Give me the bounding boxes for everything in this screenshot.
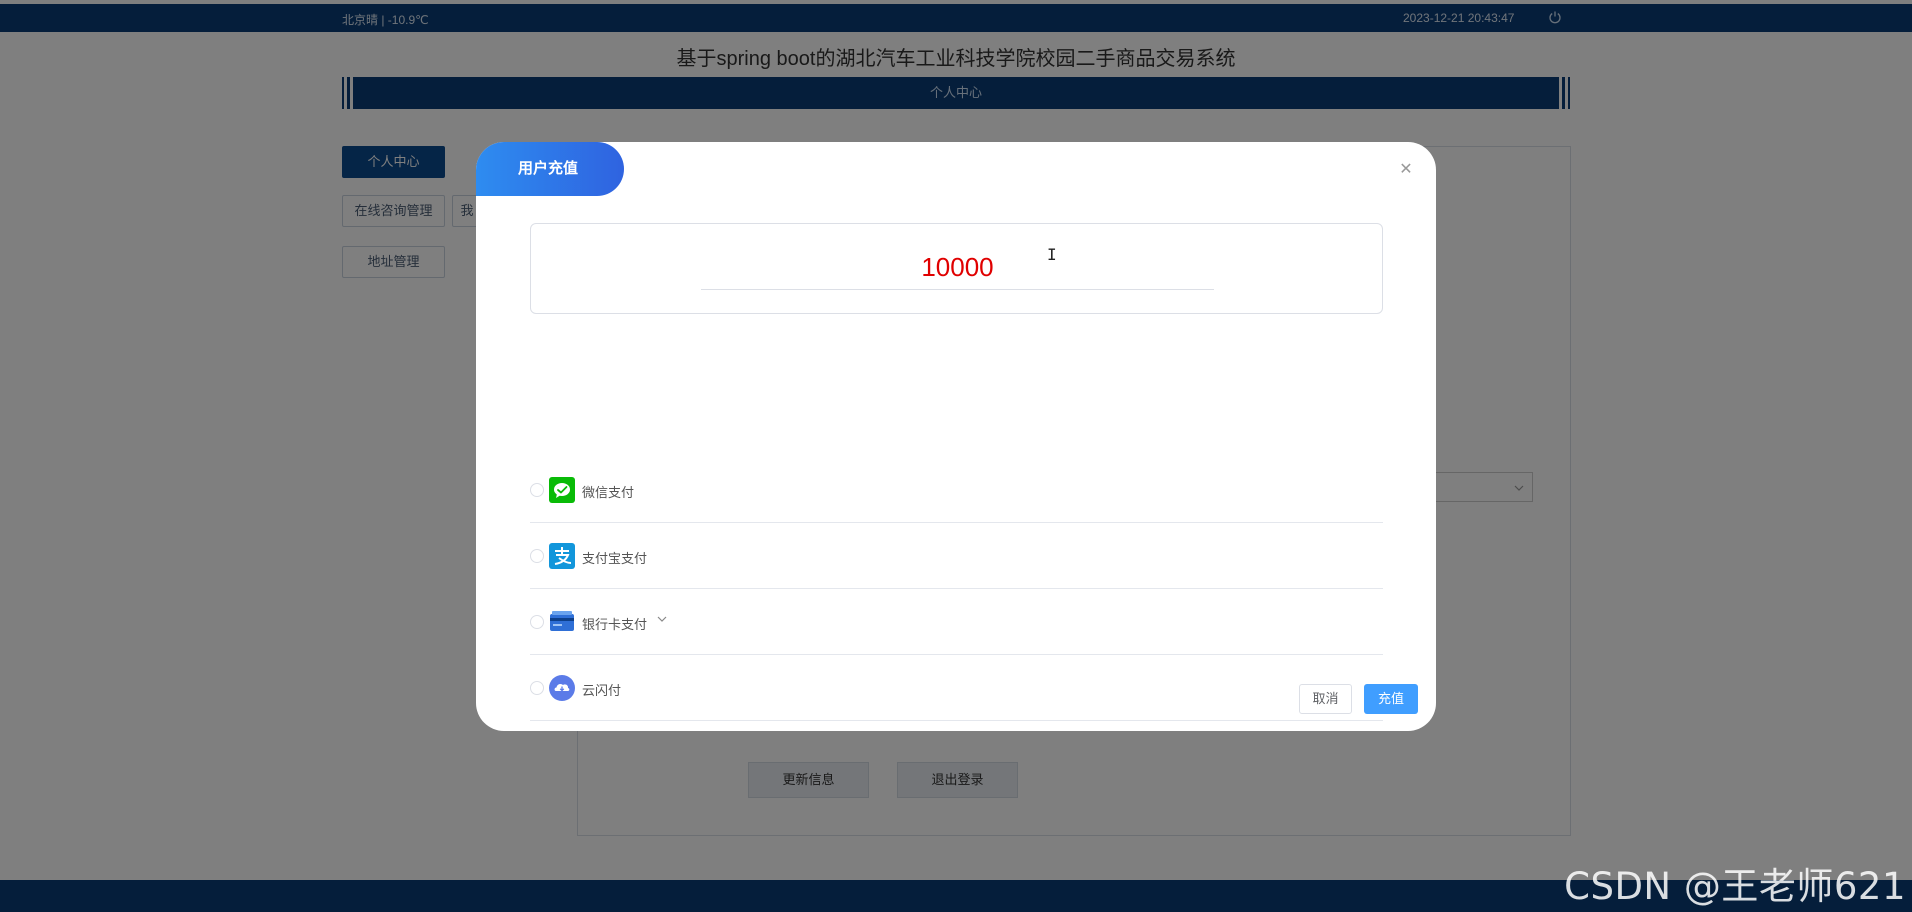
cancel-button[interactable]: 取消 <box>1299 684 1352 714</box>
payment-option-alipay[interactable]: 支付宝支付 <box>530 523 1383 589</box>
payment-label-cloud-pay: 云闪付 <box>582 683 622 698</box>
unionpay-cloud-icon <box>549 675 575 701</box>
dialog-title: 用户充值 <box>476 142 624 196</box>
payment-label-alipay: 支付宝支付 <box>582 551 648 566</box>
wechat-pay-icon <box>549 477 575 503</box>
amount-input[interactable] <box>701 246 1214 290</box>
radio-alipay[interactable] <box>530 549 544 563</box>
radio-bank-card[interactable] <box>530 615 544 629</box>
text-cursor-icon: I <box>1047 245 1057 264</box>
recharge-button[interactable]: 充值 <box>1364 684 1418 714</box>
watermark-text: CSDN @王老师621 <box>1564 865 1906 908</box>
payment-label-wechat: 微信支付 <box>582 485 635 500</box>
amount-box: I <box>530 223 1383 314</box>
payment-option-cloud-pay[interactable]: 云闪付 <box>530 655 1383 721</box>
radio-cloud-pay[interactable] <box>530 681 544 695</box>
close-icon[interactable]: ✕ <box>1396 160 1416 180</box>
chevron-down-icon[interactable] <box>656 613 668 625</box>
bank-card-icon <box>550 611 574 631</box>
payment-option-bank-card[interactable]: 银行卡支付 <box>530 589 1383 655</box>
alipay-icon <box>549 543 575 569</box>
recharge-dialog: 用户充值 ✕ I 微信支付 支付宝支付 <box>476 142 1436 731</box>
payment-option-wechat[interactable]: 微信支付 <box>530 457 1383 523</box>
radio-wechat[interactable] <box>530 483 544 497</box>
payment-label-bank-card: 银行卡支付 <box>582 617 648 632</box>
